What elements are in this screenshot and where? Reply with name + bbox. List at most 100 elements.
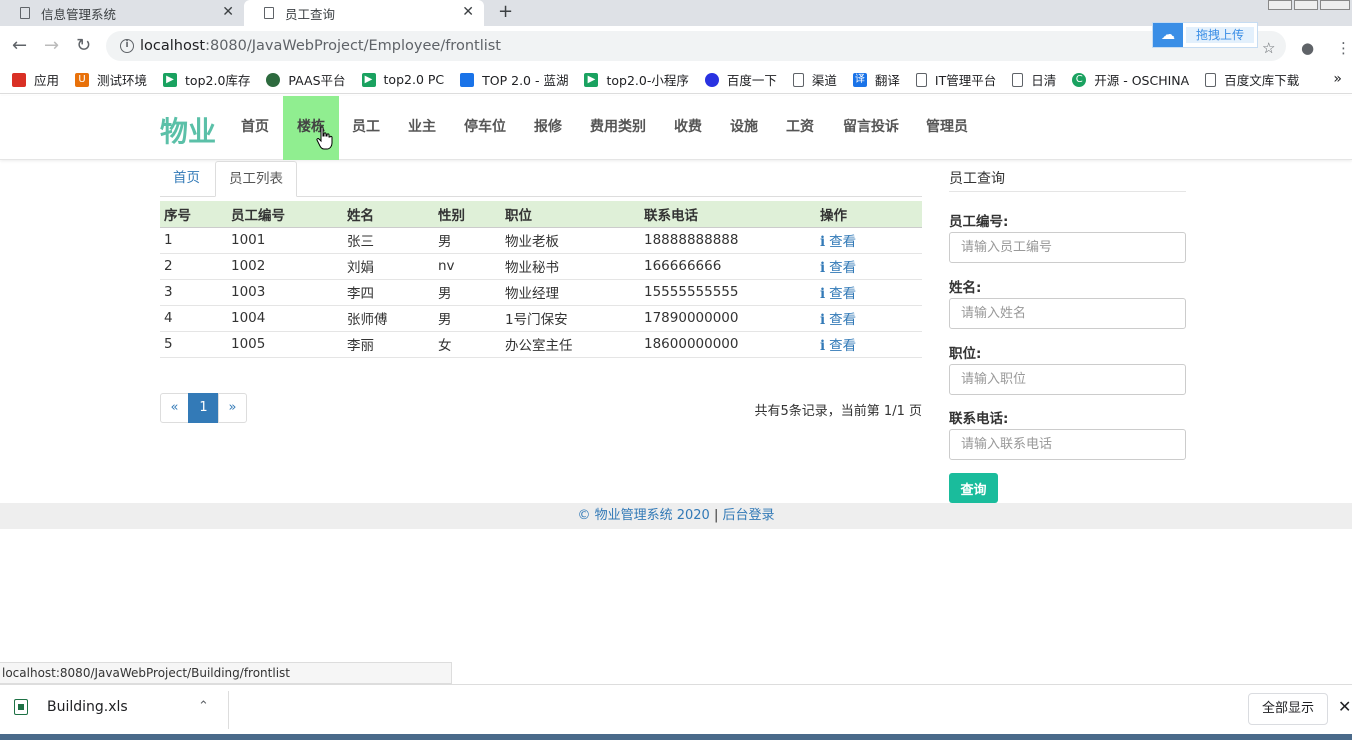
cell-phone: 17890000000 bbox=[640, 305, 816, 332]
view-link[interactable]: i 查看 bbox=[820, 260, 856, 276]
phone-input[interactable] bbox=[949, 429, 1186, 460]
col-header-phone: 联系电话 bbox=[640, 201, 816, 228]
breadcrumb-employee-list[interactable]: 员工列表 bbox=[215, 161, 297, 197]
cell-position: 1号门保安 bbox=[501, 305, 640, 332]
close-window-icon[interactable] bbox=[1320, 0, 1350, 10]
nav-salary[interactable]: 工资 bbox=[776, 96, 824, 160]
oschina-favicon-icon: C bbox=[1072, 72, 1087, 87]
col-header-name: 姓名 bbox=[343, 201, 434, 228]
maximize-window-icon[interactable] bbox=[1294, 0, 1318, 10]
nav-parking[interactable]: 停车位 bbox=[454, 96, 516, 160]
browser-tab-info-system[interactable]: 信息管理系统 ✕ bbox=[0, 0, 244, 26]
profile-avatar-icon[interactable]: ● bbox=[1301, 39, 1314, 57]
cell-name: 李丽 bbox=[343, 331, 434, 358]
nav-home[interactable]: 首页 bbox=[230, 96, 280, 160]
bookmark-apps[interactable]: 应用 bbox=[12, 70, 59, 89]
cloud-icon: ☁ bbox=[1153, 23, 1183, 47]
cell-phone: 15555555555 bbox=[640, 279, 816, 306]
pagination-page-1[interactable]: 1 bbox=[188, 393, 219, 423]
table-row: 4 1004 张师傅 男 1号门保安 17890000000 i 查看 bbox=[160, 305, 922, 332]
pagination-next[interactable]: » bbox=[218, 393, 247, 423]
view-link[interactable]: i 查看 bbox=[820, 286, 856, 302]
url-input[interactable]: i localhost:8080/JavaWebProject/Employee… bbox=[106, 31, 1286, 61]
site-brand[interactable]: 物业 bbox=[160, 110, 216, 150]
name-input[interactable] bbox=[949, 298, 1186, 329]
download-item[interactable]: Building.xls bbox=[14, 699, 128, 715]
admin-login-link[interactable]: 后台登录 bbox=[723, 508, 775, 523]
cell-emp-no: 1001 bbox=[227, 227, 343, 254]
play-favicon-icon: ▶ bbox=[584, 72, 599, 87]
col-header-action: 操作 bbox=[816, 201, 922, 228]
back-arrow-icon[interactable]: ← bbox=[12, 35, 27, 56]
view-link[interactable]: i 查看 bbox=[820, 338, 856, 354]
col-header-gender: 性别 bbox=[434, 201, 501, 228]
site-navbar: 物业 首页 楼栋 员工 业主 停车位 报修 费用类别 收费 设施 工资 留言投诉… bbox=[0, 96, 1352, 160]
chevron-up-icon[interactable]: ⌃ bbox=[198, 699, 209, 714]
bookmark-top2-lanhu[interactable]: TOP 2.0 - 蓝湖 bbox=[460, 70, 568, 89]
emp-no-input[interactable] bbox=[949, 232, 1186, 263]
cloud-upload-widget[interactable]: ☁ 拖拽上传 bbox=[1152, 22, 1258, 48]
star-bookmark-icon[interactable]: ☆ bbox=[1262, 39, 1275, 57]
paw-favicon-icon bbox=[704, 72, 719, 87]
bookmarks-overflow-icon[interactable]: » bbox=[1333, 71, 1342, 87]
pagination-prev[interactable]: « bbox=[160, 393, 189, 423]
browser-tab-employee-query[interactable]: 员工查询 ✕ bbox=[244, 0, 484, 26]
name-label: 姓名: bbox=[949, 280, 982, 296]
page-icon bbox=[1012, 72, 1024, 87]
cell-index: 3 bbox=[160, 279, 227, 306]
close-shelf-icon[interactable]: ✕ bbox=[1338, 697, 1351, 716]
query-button[interactable]: 查询 bbox=[949, 473, 998, 503]
show-all-downloads-button[interactable]: 全部显示 bbox=[1248, 693, 1328, 725]
employee-table: 序号 员工编号 姓名 性别 职位 联系电话 操作 1 1001 张三 男 物业老… bbox=[160, 201, 922, 358]
nav-facility[interactable]: 设施 bbox=[720, 96, 768, 160]
bookmark-top2-stock[interactable]: ▶ top2.0库存 bbox=[163, 70, 250, 89]
bookmark-it-platform[interactable]: IT管理平台 bbox=[915, 70, 996, 89]
copyright-link[interactable]: © 物业管理系统 2020 bbox=[577, 508, 709, 523]
table-row: 2 1002 刘娟 nv 物业秘书 166666666 i 查看 bbox=[160, 253, 922, 280]
browser-tab-strip: 信息管理系统 ✕ 员工查询 ✕ + bbox=[0, 0, 1352, 26]
bookmark-channel[interactable]: 渠道 bbox=[792, 70, 837, 89]
nav-employee[interactable]: 员工 bbox=[342, 96, 390, 160]
os-taskbar bbox=[0, 734, 1352, 740]
bookmark-paas[interactable]: PAAS平台 bbox=[266, 70, 346, 89]
menu-kebab-icon[interactable]: ⋮ bbox=[1336, 39, 1351, 57]
address-bar-row: ← → ↻ i localhost:8080/JavaWebProject/Em… bbox=[0, 22, 1352, 66]
page-icon bbox=[792, 72, 804, 87]
bookmark-translate[interactable]: 译翻译 bbox=[852, 70, 900, 89]
cell-action: i 查看 bbox=[816, 227, 922, 254]
url-path: :8080/JavaWebProject/Employee/frontlist bbox=[205, 38, 501, 54]
bookmark-baidu[interactable]: 百度一下 bbox=[704, 70, 777, 89]
bookmark-baidu-wenku[interactable]: 百度文库下载 bbox=[1205, 70, 1299, 89]
nav-repair[interactable]: 报修 bbox=[524, 96, 572, 160]
bookmark-favicon-icon bbox=[266, 72, 281, 87]
bookmark-riqing[interactable]: 日清 bbox=[1012, 70, 1056, 89]
close-tab-icon[interactable]: ✕ bbox=[222, 4, 234, 20]
bookmark-top2-miniprogram[interactable]: ▶ top2.0-小程序 bbox=[584, 70, 689, 89]
breadcrumb-home[interactable]: 首页 bbox=[160, 161, 213, 197]
forward-arrow-icon[interactable]: → bbox=[44, 35, 59, 56]
bookmark-test-env[interactable]: U 测试环境 bbox=[75, 70, 147, 89]
download-shelf: Building.xls ⌃ 全部显示 ✕ bbox=[0, 684, 1352, 734]
search-panel-title: 员工查询 bbox=[949, 168, 1186, 192]
nav-owner[interactable]: 业主 bbox=[398, 96, 446, 160]
bookmark-oschina[interactable]: C 开源 - OSCHINA bbox=[1072, 70, 1189, 89]
view-link[interactable]: i 查看 bbox=[820, 312, 856, 328]
info-icon: i bbox=[820, 286, 826, 302]
apps-grid-icon bbox=[12, 72, 26, 87]
cell-gender: nv bbox=[434, 253, 501, 280]
bookmark-top2-pc[interactable]: ▶ top2.0 PC bbox=[361, 72, 444, 87]
cell-emp-no: 1002 bbox=[227, 253, 343, 280]
info-icon: i bbox=[820, 312, 826, 328]
close-tab-icon[interactable]: ✕ bbox=[462, 4, 474, 20]
reload-icon[interactable]: ↻ bbox=[76, 35, 91, 56]
nav-complaints[interactable]: 留言投诉 bbox=[832, 96, 910, 160]
nav-charge[interactable]: 收费 bbox=[664, 96, 712, 160]
position-input[interactable] bbox=[949, 364, 1186, 395]
nav-fee-type[interactable]: 费用类别 bbox=[580, 96, 656, 160]
minimize-window-icon[interactable] bbox=[1268, 0, 1292, 10]
new-tab-button[interactable]: + bbox=[498, 1, 513, 22]
nav-admin[interactable]: 管理员 bbox=[916, 96, 978, 160]
record-summary: 共有5条记录，当前第 1/1 页 bbox=[754, 404, 922, 419]
view-link[interactable]: i 查看 bbox=[820, 234, 856, 250]
site-info-icon[interactable]: i bbox=[120, 39, 134, 53]
